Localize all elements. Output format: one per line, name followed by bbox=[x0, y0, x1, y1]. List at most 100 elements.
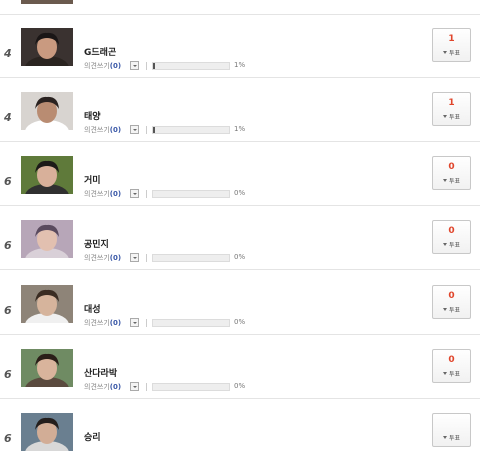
column-divider bbox=[146, 319, 147, 327]
rank-number: 4 bbox=[4, 47, 12, 60]
chevron-down-icon bbox=[442, 372, 447, 375]
comment-close-paren: ) bbox=[117, 254, 122, 262]
column-divider bbox=[146, 62, 147, 70]
comment-dropdown-icon[interactable] bbox=[130, 253, 139, 262]
rank-number: 4 bbox=[4, 111, 12, 124]
member-photo[interactable] bbox=[21, 220, 73, 258]
ranking-row: 6 산다라박 의견쓰기(0) 0% 0 투표 bbox=[0, 335, 480, 399]
vote-label: 투표 bbox=[448, 307, 461, 314]
chevron-down-icon bbox=[442, 308, 447, 311]
vote-label: 투표 bbox=[448, 371, 461, 378]
member-photo[interactable] bbox=[21, 413, 73, 451]
comment-dropdown-icon[interactable] bbox=[130, 318, 139, 327]
comment-link[interactable]: 의견쓰기(0) bbox=[84, 253, 139, 263]
chevron-down-icon bbox=[442, 436, 447, 439]
vote-share-bar bbox=[152, 62, 230, 70]
rank-number: 6 bbox=[4, 368, 12, 381]
comment-close-paren: ) bbox=[117, 62, 122, 70]
ranking-row: 6 거미 의견쓰기(0) 0% 0 투표 bbox=[0, 142, 480, 206]
vote-count: 0 bbox=[448, 355, 455, 365]
vote-button[interactable]: 0 투표 bbox=[432, 220, 471, 254]
vote-count: 1 bbox=[448, 98, 455, 108]
comment-dropdown-icon[interactable] bbox=[130, 382, 139, 391]
comment-label: 의견쓰기 bbox=[84, 126, 110, 134]
rank-number: 6 bbox=[4, 304, 12, 317]
chevron-down-icon bbox=[442, 51, 447, 54]
member-name[interactable]: 산다라박 bbox=[84, 366, 117, 379]
member-photo[interactable] bbox=[21, 92, 73, 130]
vote-count: 0 bbox=[448, 291, 455, 301]
vote-percent: 1% bbox=[234, 61, 246, 69]
member-name[interactable]: 거미 bbox=[84, 173, 101, 186]
comment-close-paren: ) bbox=[117, 190, 122, 198]
previous-row-photo-edge bbox=[21, 0, 73, 4]
vote-button[interactable]: 0 투표 bbox=[432, 285, 471, 319]
ranking-row: 4 G드래곤 의견쓰기(0) 1% 1 투표 bbox=[0, 14, 480, 78]
vote-label: 투표 bbox=[448, 178, 461, 185]
comment-close-paren: ) bbox=[117, 126, 122, 134]
vote-share-bar bbox=[152, 126, 230, 134]
member-name[interactable]: G드래곤 bbox=[84, 45, 116, 58]
chevron-down-icon bbox=[442, 115, 447, 118]
comment-link[interactable]: 의견쓰기(0) bbox=[84, 318, 139, 328]
rank-number: 6 bbox=[4, 175, 12, 188]
column-divider bbox=[146, 126, 147, 134]
comment-close-paren: ) bbox=[117, 319, 122, 327]
ranking-row: 6 대성 의견쓰기(0) 0% 0 투표 bbox=[0, 271, 480, 335]
member-photo[interactable] bbox=[21, 285, 73, 323]
vote-label: 투표 bbox=[448, 242, 461, 249]
vote-label: 투표 bbox=[448, 435, 461, 442]
column-divider bbox=[146, 254, 147, 262]
rank-number: 6 bbox=[4, 432, 12, 445]
vote-percent: 0% bbox=[234, 382, 246, 390]
ranking-row: 6 공민지 의견쓰기(0) 0% 0 투표 bbox=[0, 206, 480, 270]
vote-count: 0 bbox=[448, 162, 455, 172]
comment-label: 의견쓰기 bbox=[84, 190, 110, 198]
column-divider bbox=[146, 190, 147, 198]
row-divider bbox=[0, 269, 480, 270]
vote-percent: 0% bbox=[234, 189, 246, 197]
vote-label: 투표 bbox=[448, 50, 461, 57]
vote-share-bar bbox=[152, 254, 230, 262]
comment-link[interactable]: 의견쓰기(0) bbox=[84, 125, 139, 135]
chevron-down-icon bbox=[442, 243, 447, 246]
comment-close-paren: ) bbox=[117, 383, 122, 391]
vote-button[interactable]: 1 투표 bbox=[432, 28, 471, 62]
member-photo[interactable] bbox=[21, 349, 73, 387]
chevron-down-icon bbox=[442, 179, 447, 182]
comment-dropdown-icon[interactable] bbox=[130, 189, 139, 198]
vote-share-bar bbox=[152, 319, 230, 327]
rank-number: 6 bbox=[4, 239, 12, 252]
vote-count: 1 bbox=[448, 34, 455, 44]
member-name[interactable]: 대성 bbox=[84, 302, 101, 315]
comment-label: 의견쓰기 bbox=[84, 383, 110, 391]
comment-link[interactable]: 의견쓰기(0) bbox=[84, 189, 139, 199]
comment-dropdown-icon[interactable] bbox=[130, 125, 139, 134]
vote-percent: 0% bbox=[234, 318, 246, 326]
vote-share-fill bbox=[153, 127, 155, 133]
member-name[interactable]: 승리 bbox=[84, 430, 101, 443]
vote-label: 투표 bbox=[448, 114, 461, 121]
vote-button[interactable]: 0 투표 bbox=[432, 156, 471, 190]
vote-share-bar bbox=[152, 383, 230, 391]
comment-link[interactable]: 의견쓰기(0) bbox=[84, 61, 139, 71]
comment-label: 의견쓰기 bbox=[84, 319, 110, 327]
member-photo[interactable] bbox=[21, 156, 73, 194]
member-photo[interactable] bbox=[21, 28, 73, 66]
member-name[interactable]: 태양 bbox=[84, 109, 101, 122]
vote-button[interactable]: 0 투표 bbox=[432, 349, 471, 383]
ranking-row: 6 승리 의견쓰기() 투표 bbox=[0, 399, 480, 463]
member-name[interactable]: 공민지 bbox=[84, 237, 109, 250]
comment-dropdown-icon[interactable] bbox=[130, 61, 139, 70]
ranking-row: 4 태양 의견쓰기(0) 1% 1 투표 bbox=[0, 78, 480, 142]
vote-share-bar bbox=[152, 190, 230, 198]
vote-percent: 1% bbox=[234, 125, 246, 133]
vote-button[interactable]: 투표 bbox=[432, 413, 471, 447]
vote-count: 0 bbox=[448, 226, 455, 236]
comment-label: 의견쓰기 bbox=[84, 62, 110, 70]
column-divider bbox=[146, 383, 147, 391]
comment-label: 의견쓰기 bbox=[84, 254, 110, 262]
vote-percent: 0% bbox=[234, 253, 246, 261]
comment-link[interactable]: 의견쓰기(0) bbox=[84, 382, 139, 392]
vote-button[interactable]: 1 투표 bbox=[432, 92, 471, 126]
